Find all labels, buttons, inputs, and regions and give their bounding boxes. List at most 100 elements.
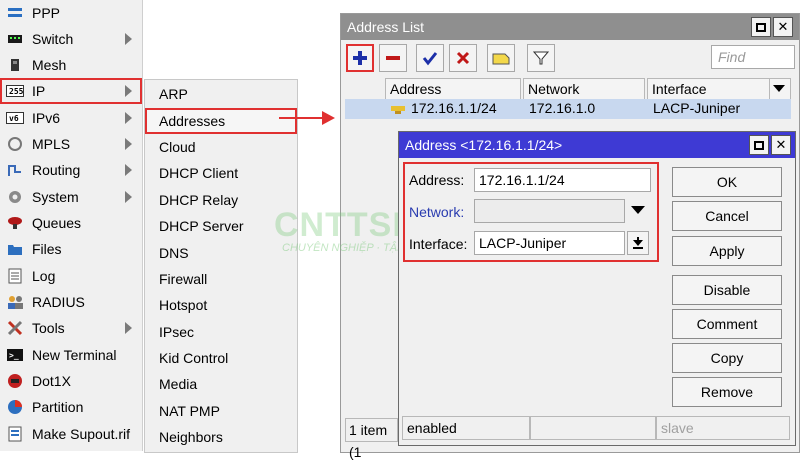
network-toggle-triangle-icon[interactable] bbox=[631, 205, 645, 215]
menu-item-ip[interactable]: 255 IP bbox=[0, 78, 142, 104]
menu-item-label: Mesh bbox=[32, 57, 67, 73]
submenu-item-media[interactable]: Media bbox=[145, 371, 297, 397]
cell-interface: LACP-Juniper bbox=[653, 100, 741, 116]
ok-button[interactable]: OK bbox=[672, 167, 782, 197]
close-icon: ✕ bbox=[775, 137, 787, 152]
ip-submenu: ARP Addresses Cloud DHCP Client DHCP Rel… bbox=[144, 79, 298, 453]
apply-button[interactable]: Apply bbox=[672, 236, 782, 266]
close-button[interactable]: ✕ bbox=[773, 17, 793, 37]
submenu-item-label: Firewall bbox=[159, 271, 208, 287]
system-gear-icon bbox=[6, 189, 24, 205]
menu-item-routing[interactable]: Routing bbox=[0, 157, 142, 183]
submenu-arrow-icon bbox=[125, 85, 132, 97]
column-header-network[interactable]: Network bbox=[523, 78, 645, 100]
comment-button[interactable] bbox=[487, 44, 515, 72]
files-folder-icon bbox=[6, 241, 24, 257]
note-icon bbox=[492, 53, 510, 65]
column-header-address[interactable]: Address bbox=[385, 78, 521, 100]
ipv6-icon: v6 bbox=[6, 110, 24, 126]
submenu-item-dhcp-client[interactable]: DHCP Client bbox=[145, 160, 297, 186]
menu-item-system[interactable]: System bbox=[0, 184, 142, 210]
menu-item-label: PPP bbox=[32, 5, 61, 21]
submenu-item-label: DHCP Client bbox=[159, 165, 239, 181]
chevron-down-icon bbox=[773, 85, 785, 92]
maximize-button[interactable] bbox=[751, 17, 771, 37]
routing-icon bbox=[6, 162, 24, 178]
submenu-arrow-icon bbox=[125, 33, 132, 45]
submenu-item-cloud[interactable]: Cloud bbox=[145, 134, 297, 160]
add-button[interactable] bbox=[346, 44, 374, 72]
submenu-item-label: DHCP Server bbox=[159, 218, 244, 234]
find-input[interactable]: Find bbox=[711, 45, 795, 69]
submenu-item-neighbors[interactable]: Neighbors bbox=[145, 424, 297, 450]
dialog-maximize-button[interactable] bbox=[749, 135, 769, 155]
network-label: Network: bbox=[409, 204, 465, 220]
table-row[interactable]: 172.16.1.1/24 172.16.1.0 LACP-Juniper bbox=[345, 99, 791, 119]
cancel-button[interactable]: Cancel bbox=[672, 201, 782, 231]
status-slave: slave bbox=[656, 416, 790, 440]
menu-item-mpls[interactable]: MPLS bbox=[0, 131, 142, 157]
enable-button[interactable] bbox=[416, 44, 444, 72]
menu-item-ipv6[interactable]: v6 IPv6 bbox=[0, 105, 142, 131]
submenu-item-ipsec[interactable]: IPsec bbox=[145, 319, 297, 345]
submenu-arrow-icon bbox=[125, 112, 132, 124]
submenu-arrow-icon bbox=[125, 164, 132, 176]
menu-item-label: Switch bbox=[32, 31, 74, 47]
dialog-close-button[interactable]: ✕ bbox=[771, 135, 791, 155]
mesh-icon bbox=[6, 57, 24, 73]
submenu-item-kid-control[interactable]: Kid Control bbox=[145, 345, 297, 371]
menu-item-switch[interactable]: Switch bbox=[0, 26, 142, 52]
minus-icon bbox=[386, 56, 400, 60]
filter-button[interactable] bbox=[527, 44, 555, 72]
menu-item-dot1x[interactable]: Dot1X bbox=[0, 368, 142, 394]
filter-funnel-icon bbox=[533, 51, 549, 65]
submenu-item-label: Neighbors bbox=[159, 429, 223, 445]
pointer-arrow bbox=[279, 117, 327, 119]
svg-text:v6: v6 bbox=[9, 114, 19, 123]
address-input[interactable]: 172.16.1.1/24 bbox=[474, 168, 651, 192]
menu-item-log[interactable]: Log bbox=[0, 263, 142, 289]
interface-select[interactable]: LACP-Juniper bbox=[474, 231, 625, 255]
address-list-titlebar: Address List bbox=[341, 14, 799, 40]
column-chooser-button[interactable] bbox=[769, 78, 791, 100]
submenu-arrow-icon bbox=[125, 322, 132, 334]
menu-item-radius[interactable]: RADIUS bbox=[0, 289, 142, 315]
menu-item-label: RADIUS bbox=[32, 294, 85, 310]
submenu-item-hotspot[interactable]: Hotspot bbox=[145, 292, 297, 318]
main-menu: PPP Switch Mesh 255 IP v6 IPv6 MPLS Rout… bbox=[0, 0, 143, 451]
menu-item-new-terminal[interactable]: >_ New Terminal bbox=[0, 342, 142, 368]
remove-button[interactable] bbox=[379, 44, 407, 72]
remove-button[interactable]: Remove bbox=[672, 377, 782, 407]
menu-item-tools[interactable]: Tools bbox=[0, 315, 142, 341]
disable-button[interactable]: Disable bbox=[672, 275, 782, 305]
submenu-item-arp[interactable]: ARP bbox=[145, 81, 297, 107]
switch-icon bbox=[6, 31, 24, 47]
column-header-interface[interactable]: Interface bbox=[647, 78, 771, 100]
submenu-item-label: NAT PMP bbox=[159, 403, 220, 419]
submenu-item-label: ARP bbox=[159, 86, 188, 102]
checkmark-icon bbox=[422, 52, 438, 66]
comment-button[interactable]: Comment bbox=[672, 309, 782, 339]
menu-item-partition[interactable]: Partition bbox=[0, 394, 142, 420]
submenu-item-label: DNS bbox=[159, 245, 189, 261]
submenu-item-addresses[interactable]: Addresses bbox=[145, 108, 297, 134]
menu-item-queues[interactable]: Queues bbox=[0, 210, 142, 236]
item-count-status: 1 item (1 bbox=[345, 418, 398, 460]
status-middle bbox=[530, 416, 656, 440]
submenu-item-nat-pmp[interactable]: NAT PMP bbox=[145, 398, 297, 424]
pointer-arrowhead-icon bbox=[322, 111, 335, 125]
network-input[interactable] bbox=[474, 199, 625, 223]
plus-icon bbox=[353, 51, 367, 65]
menu-item-mesh[interactable]: Mesh bbox=[0, 52, 142, 78]
menu-item-files[interactable]: Files bbox=[0, 236, 142, 262]
menu-item-ppp[interactable]: PPP bbox=[0, 0, 142, 26]
dot1x-icon bbox=[6, 373, 24, 389]
interface-dropdown-button[interactable] bbox=[627, 231, 649, 255]
cell-address: 172.16.1.1/24 bbox=[411, 100, 497, 116]
x-mark-icon bbox=[456, 51, 470, 65]
disable-button[interactable] bbox=[449, 44, 477, 72]
submenu-arrow-icon bbox=[125, 191, 132, 203]
submenu-item-firewall[interactable]: Firewall bbox=[145, 266, 297, 292]
menu-item-make-supout[interactable]: Make Supout.rif bbox=[0, 421, 142, 447]
copy-button[interactable]: Copy bbox=[672, 343, 782, 373]
